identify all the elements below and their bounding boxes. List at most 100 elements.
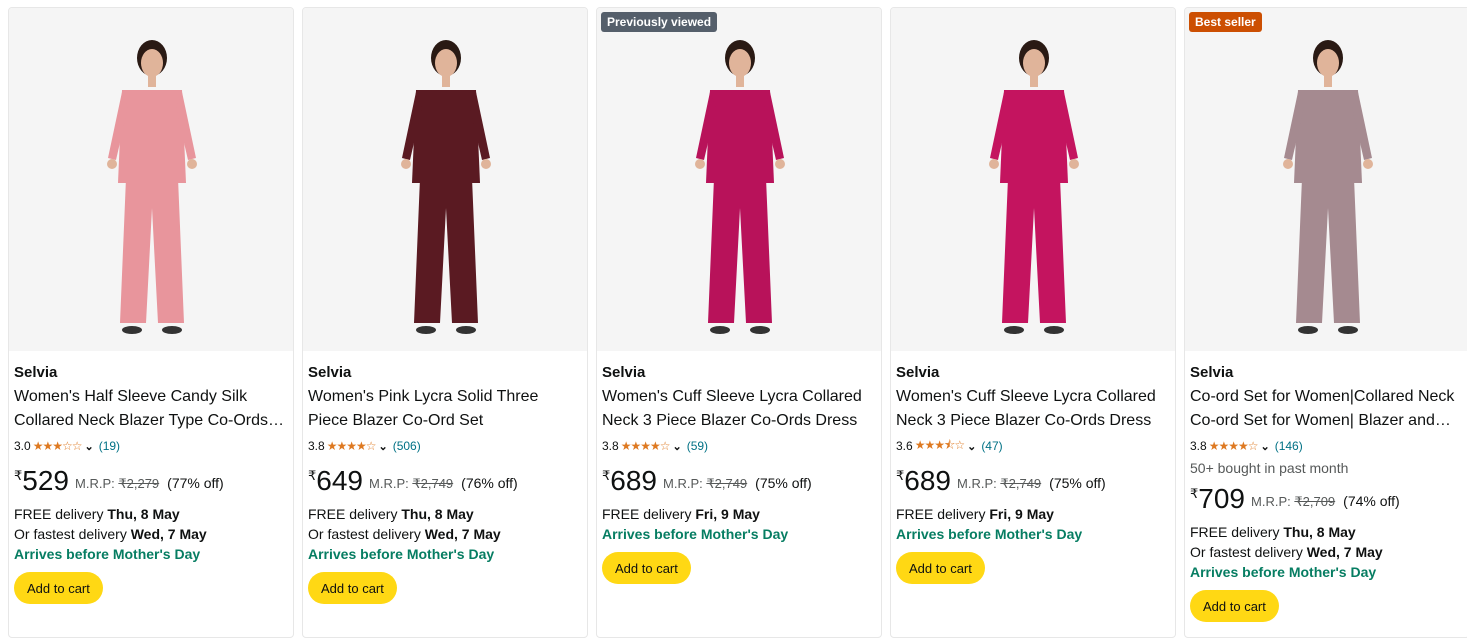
price-row: ₹ 529 M.R.P: ₹2,279 (77% off)	[14, 466, 288, 498]
delivery-prefix: FREE delivery	[602, 506, 692, 522]
product-grid: Selvia Women's Half Sleeve Candy Silk Co…	[8, 7, 1467, 638]
star-rating-icon[interactable]: ★★★⯪☆	[915, 436, 965, 457]
product-image[interactable]	[303, 8, 587, 351]
star-rating-icon[interactable]: ★★★★☆	[327, 439, 377, 453]
mrp-value: ₹2,709	[1294, 494, 1336, 509]
arrives-note: Arrives before Mother's Day	[308, 546, 495, 562]
price-value: 689	[610, 465, 657, 496]
rating-value: 3.8	[602, 439, 619, 453]
mrp-value: ₹2,749	[1000, 476, 1042, 491]
chevron-down-icon[interactable]: ⌄	[378, 440, 387, 453]
add-to-cart-button[interactable]: Add to cart	[602, 552, 691, 584]
star-rating-icon[interactable]: ★★★★☆	[621, 439, 671, 453]
star-rating-icon[interactable]: ★★★★☆	[1209, 439, 1259, 453]
fastest-delivery-line: Or fastest delivery Wed, 7 May	[1190, 542, 1464, 562]
model-figure	[107, 40, 197, 334]
fastest-prefix: Or fastest delivery	[14, 526, 127, 542]
delivery-prefix: FREE delivery	[896, 506, 986, 522]
mrp-value: ₹2,749	[412, 476, 454, 491]
delivery-line: FREE delivery Thu, 8 May	[1190, 522, 1464, 542]
product-card[interactable]: Selvia Women's Half Sleeve Candy Silk Co…	[8, 7, 294, 638]
add-to-cart-button[interactable]: Add to cart	[1190, 590, 1279, 622]
rating-row: 3.8 ★★★★☆ ⌄ (59)	[602, 438, 876, 454]
model-figure	[695, 40, 785, 334]
arrives-note: Arrives before Mother's Day	[602, 526, 789, 542]
product-title-link[interactable]: Co-ord Set for Women|Collared Neck Co-or…	[1190, 385, 1464, 433]
currency-symbol: ₹	[308, 468, 317, 483]
product-image[interactable]: Best seller	[1185, 8, 1467, 351]
fastest-delivery-line: Or fastest delivery Wed, 7 May	[308, 524, 582, 544]
discount-percent: (77% off)	[167, 475, 224, 491]
bought-count: 50+ bought in past month	[1190, 460, 1349, 476]
product-card[interactable]: Selvia Women's Cuff Sleeve Lycra Collare…	[890, 7, 1176, 638]
price-row: ₹ 689 M.R.P: ₹2,749 (75% off)	[896, 466, 1170, 498]
price-value: 529	[22, 465, 69, 496]
arrives-note: Arrives before Mother's Day	[896, 526, 1083, 542]
rating-row: 3.8 ★★★★☆ ⌄ (146)	[1190, 438, 1464, 454]
product-card[interactable]: Previously viewed Selvia Women's Cuff Sl…	[596, 7, 882, 638]
review-count-link[interactable]: (59)	[687, 439, 708, 453]
product-image[interactable]: Previously viewed	[597, 8, 881, 351]
product-title-link[interactable]: Women's Cuff Sleeve Lycra Collared Neck …	[602, 385, 876, 433]
product-card[interactable]: Selvia Women's Pink Lycra Solid Three Pi…	[302, 7, 588, 638]
price-row: ₹ 709 M.R.P: ₹2,709 (74% off)	[1190, 484, 1464, 516]
delivery-date: Fri, 9 May	[695, 506, 760, 522]
chevron-down-icon[interactable]: ⌄	[967, 440, 976, 453]
fastest-delivery-line: Or fastest delivery Wed, 7 May	[14, 524, 288, 544]
fastest-date: Wed, 7 May	[130, 526, 207, 542]
mrp-value: ₹2,279	[118, 476, 160, 491]
product-title-link[interactable]: Women's Pink Lycra Solid Three Piece Bla…	[308, 385, 582, 433]
product-brand: Selvia	[308, 364, 352, 381]
currency-symbol: ₹	[896, 468, 905, 483]
rating-row: 3.8 ★★★★☆ ⌄ (506)	[308, 438, 582, 454]
chevron-down-icon[interactable]: ⌄	[1260, 440, 1269, 453]
model-figure	[989, 40, 1079, 334]
delivery-prefix: FREE delivery	[308, 506, 398, 522]
mrp: M.R.P: ₹2,749	[369, 476, 453, 492]
product-card[interactable]: Best seller Selvia Co-ord Set for Women|…	[1184, 7, 1467, 638]
product-title-link[interactable]: Women's Half Sleeve Candy Silk Collared …	[14, 385, 288, 433]
product-brand: Selvia	[602, 364, 646, 381]
product-image[interactable]	[891, 8, 1175, 351]
mrp-label: M.R.P:	[957, 476, 997, 491]
mrp-value: ₹2,749	[706, 476, 748, 491]
chevron-down-icon[interactable]: ⌄	[84, 440, 93, 453]
review-count-link[interactable]: (19)	[99, 439, 120, 453]
review-count-link[interactable]: (146)	[1275, 439, 1303, 453]
delivery-line: FREE delivery Thu, 8 May	[14, 504, 288, 524]
fastest-date: Wed, 7 May	[1306, 544, 1383, 560]
fastest-prefix: Or fastest delivery	[308, 526, 421, 542]
currency-symbol: ₹	[14, 468, 23, 483]
discount-percent: (74% off)	[1343, 493, 1400, 509]
add-to-cart-button[interactable]: Add to cart	[896, 552, 985, 584]
discount-percent: (75% off)	[755, 475, 812, 491]
mrp-label: M.R.P:	[369, 476, 409, 491]
rating-row: 3.0 ★★★☆☆ ⌄ (19)	[14, 438, 288, 454]
star-rating-icon[interactable]: ★★★☆☆	[33, 439, 83, 453]
currency-symbol: ₹	[1190, 486, 1199, 501]
currency-symbol: ₹	[602, 468, 611, 483]
arrives-note: Arrives before Mother's Day	[1190, 564, 1377, 580]
delivery-prefix: FREE delivery	[14, 506, 104, 522]
product-image[interactable]	[9, 8, 293, 351]
arrives-note: Arrives before Mother's Day	[14, 546, 201, 562]
add-to-cart-button[interactable]: Add to cart	[14, 572, 103, 604]
mrp: M.R.P: ₹2,749	[663, 476, 747, 492]
discount-percent: (75% off)	[1049, 475, 1106, 491]
product-title-link[interactable]: Women's Cuff Sleeve Lycra Collared Neck …	[896, 385, 1170, 433]
review-count-link[interactable]: (506)	[393, 439, 421, 453]
review-count-link[interactable]: (47)	[981, 439, 1002, 453]
price-value: 689	[904, 465, 951, 496]
chevron-down-icon[interactable]: ⌄	[672, 440, 681, 453]
model-figure	[401, 40, 491, 334]
mrp-label: M.R.P:	[75, 476, 115, 491]
product-brand: Selvia	[1190, 364, 1234, 381]
mrp: M.R.P: ₹2,279	[75, 476, 159, 492]
add-to-cart-button[interactable]: Add to cart	[308, 572, 397, 604]
delivery-line: FREE delivery Thu, 8 May	[308, 504, 582, 524]
delivery-date: Thu, 8 May	[1283, 524, 1356, 540]
discount-percent: (76% off)	[461, 475, 518, 491]
rating-value: 3.0	[14, 439, 31, 453]
delivery-prefix: FREE delivery	[1190, 524, 1280, 540]
product-brand: Selvia	[896, 364, 940, 381]
